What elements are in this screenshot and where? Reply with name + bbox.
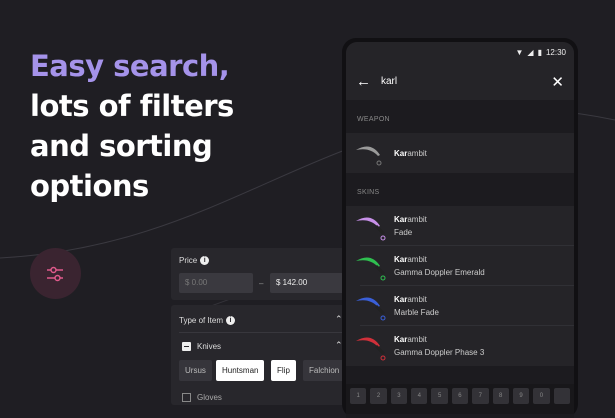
key-6[interactable]: 6 — [451, 388, 469, 404]
headline-line: lots of filters — [30, 89, 234, 123]
key-1[interactable]: 1 — [350, 388, 367, 404]
knife-image — [346, 326, 394, 366]
chip-falchion[interactable]: Falchion — [303, 360, 346, 381]
back-arrow-icon[interactable]: ← — [356, 73, 371, 90]
price-max-input[interactable]: $ 142.00 — [270, 273, 350, 293]
price-label: Price i — [179, 256, 210, 266]
sliders-icon — [46, 266, 63, 281]
search-input[interactable]: karl — [381, 76, 551, 87]
key-2[interactable]: 2 — [370, 388, 387, 404]
headline-line: options — [30, 169, 149, 203]
list-item[interactable]: Karambit Fade — [346, 206, 574, 246]
chip-ursus[interactable]: Ursus — [179, 360, 212, 381]
knife-image — [346, 286, 394, 326]
skin-name: Fade — [394, 228, 413, 237]
knives-label: Knives — [197, 342, 222, 351]
price-filter-card: Price i $ 0.00 – $ 142.00 — [171, 248, 351, 300]
status-time: 12:30 — [545, 48, 566, 57]
knife-image — [346, 133, 394, 173]
section-header-weapon: WEAPON — [357, 116, 390, 123]
gloves-label: Gloves — [197, 393, 222, 402]
type-filter-card: Type of Item i ⌃ Knives ⌃ Ursus Huntsman … — [171, 305, 351, 405]
section-header-skins: SKINS — [357, 189, 380, 196]
price-min-input[interactable]: $ 0.00 — [179, 273, 253, 293]
close-icon[interactable]: ✕ — [551, 73, 564, 91]
status-bar: ▼ ◢ ▮ 12:30 — [346, 42, 574, 63]
list-item[interactable]: Karambit Marble Fade — [346, 286, 574, 326]
key-0[interactable]: 0 — [533, 388, 550, 404]
knife-image — [346, 246, 394, 286]
search-bar: ← karl ✕ — [346, 63, 574, 100]
filter-button[interactable] — [30, 248, 81, 299]
list-item[interactable]: Karambit Gamma Doppler Phase 3 — [346, 326, 574, 366]
knives-checkbox[interactable] — [182, 342, 191, 351]
gloves-checkbox[interactable] — [182, 393, 191, 402]
price-separator: – — [259, 279, 264, 288]
headline-accent: Easy search, — [30, 49, 230, 83]
knife-image — [346, 206, 394, 246]
key-4[interactable]: 4 — [411, 388, 428, 404]
key-symbol[interactable] — [553, 388, 570, 404]
signal-icon: ◢ — [527, 48, 534, 57]
headline-line: and sorting — [30, 129, 213, 163]
chip-flip[interactable]: Flip — [271, 360, 296, 381]
headline: Easy search, lots of filters and sorting… — [30, 46, 234, 206]
key-7[interactable]: 7 — [472, 388, 489, 404]
skin-name: Gamma Doppler Emerald — [394, 268, 485, 277]
chip-huntsman[interactable]: Huntsman — [216, 360, 265, 381]
list-item[interactable]: Karambit Gamma Doppler Emerald — [346, 246, 574, 286]
key-9[interactable]: 9 — [512, 388, 530, 404]
skin-name: Gamma Doppler Phase 3 — [394, 348, 485, 357]
skin-name: Marble Fade — [394, 308, 439, 317]
info-icon[interactable]: i — [200, 256, 210, 266]
key-8[interactable]: 8 — [492, 388, 509, 404]
info-icon[interactable]: i — [226, 316, 236, 326]
phone-screen: ▼ ◢ ▮ 12:30 ← karl ✕ WEAPON Karambit SKINS… — [346, 42, 574, 418]
phone-frame: ▼ ◢ ▮ 12:30 ← karl ✕ WEAPON Karambit SKINS… — [342, 38, 578, 418]
keyboard: 1234567890 — [346, 384, 574, 414]
type-of-item-label: Type of Item i — [179, 316, 236, 326]
list-item[interactable]: Karambit — [346, 133, 574, 173]
battery-icon: ▮ — [537, 48, 542, 57]
key-5[interactable]: 5 — [431, 388, 448, 404]
wifi-icon: ▼ — [515, 48, 524, 57]
key-3[interactable]: 3 — [390, 388, 408, 404]
